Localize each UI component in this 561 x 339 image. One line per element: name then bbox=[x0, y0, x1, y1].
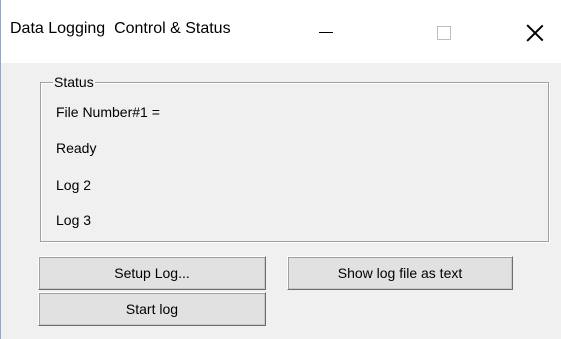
minimize-button[interactable] bbox=[297, 0, 355, 63]
setup-log-button[interactable]: Setup Log... bbox=[38, 256, 266, 290]
close-icon bbox=[527, 25, 543, 41]
maximize-button bbox=[415, 0, 473, 63]
close-button[interactable] bbox=[506, 0, 561, 63]
maximize-icon bbox=[437, 25, 451, 40]
status-group-label: Status bbox=[53, 74, 95, 90]
status-file-number: File Number#1 = bbox=[56, 104, 160, 120]
minimize-icon bbox=[319, 32, 333, 33]
start-log-button[interactable]: Start log bbox=[38, 292, 266, 326]
window-title: Data Logging Control & Status bbox=[10, 20, 231, 37]
data-logging-window: Data Logging Control & Status Status Fil… bbox=[0, 0, 561, 339]
title-bar[interactable]: Data Logging Control & Status bbox=[1, 0, 561, 63]
show-log-text-button[interactable]: Show log file as text bbox=[287, 256, 513, 290]
status-log-2: Log 2 bbox=[56, 177, 92, 193]
status-log-3: Log 3 bbox=[56, 212, 92, 228]
status-ready: Ready bbox=[56, 140, 97, 156]
